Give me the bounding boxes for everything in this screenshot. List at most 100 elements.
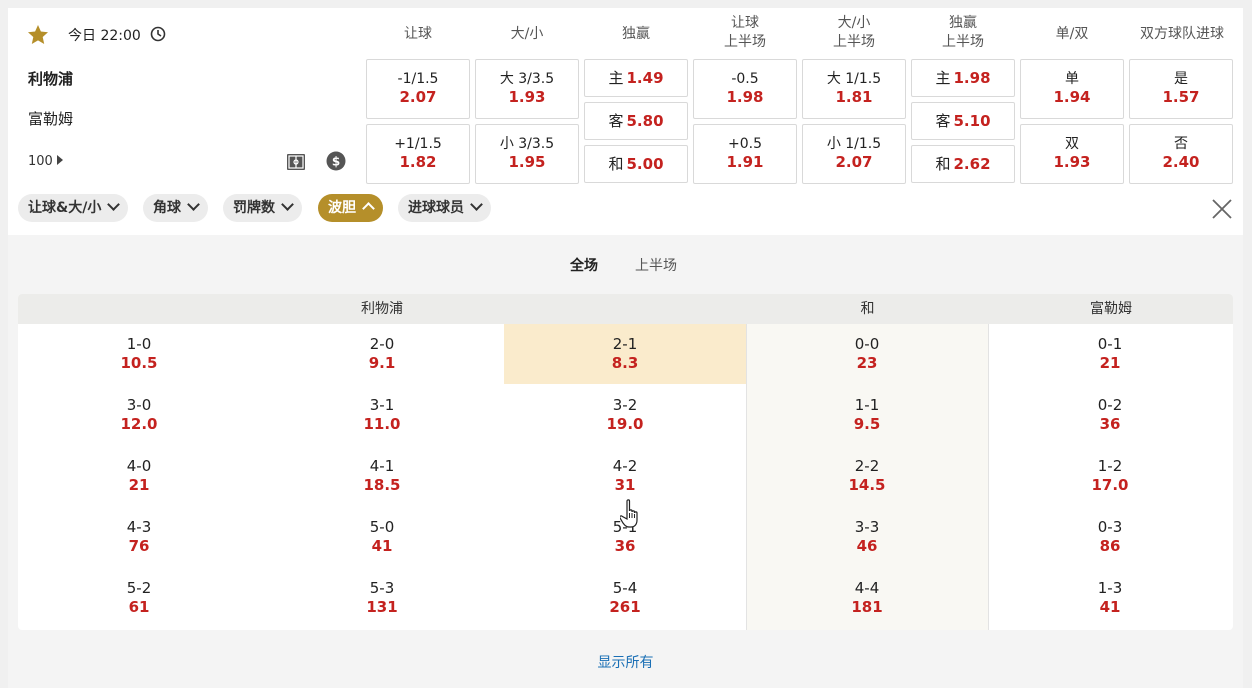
score-label: 4-2 [612, 457, 638, 475]
odds-button-odd[interactable]: 单 1.94 [1020, 59, 1124, 119]
odds-button-moneyline-home[interactable]: 主 1.49 [584, 59, 688, 97]
correct-score-table: 利物浦 和 富勒姆 1-0 10.5 2-0 9.1 2-1 8.3 0-0 23 0-1 21 3… [18, 294, 1233, 630]
col-header-oddeven: 单/双 [1055, 26, 1089, 42]
col-header-handicap-ht: 让球 上半场 [724, 15, 766, 50]
score-cell[interactable]: 3-1 11.0 [261, 385, 503, 445]
odds-button-under[interactable]: 小 3/3.5 1.95 [475, 124, 579, 184]
score-cell[interactable]: 3-0 12.0 [18, 385, 260, 445]
odds-button-handicap-home[interactable]: -1/1.5 2.07 [366, 59, 470, 119]
score-label: 1-3 [1097, 579, 1123, 597]
odds-button-moneyline-away[interactable]: 客 5.80 [584, 102, 688, 140]
odds-button-even[interactable]: 双 1.93 [1020, 124, 1124, 184]
score-odd: 11.0 [363, 415, 401, 433]
star-favorite-icon[interactable] [26, 23, 50, 47]
chevron-down-icon [281, 198, 294, 211]
score-cell[interactable]: 0-2 36 [989, 385, 1231, 445]
score-cell[interactable]: 4-1 18.5 [261, 446, 503, 506]
score-odd: 9.1 [368, 354, 396, 372]
chevron-up-icon [362, 202, 375, 215]
odds-button-btts-yes[interactable]: 是 1.57 [1129, 59, 1233, 119]
chevron-down-icon [187, 198, 200, 211]
score-cell[interactable]: 1-2 17.0 [989, 446, 1231, 506]
col-header-btts: 双方球队进球 [1140, 26, 1224, 42]
score-cell[interactable]: 0-0 23 [746, 324, 988, 384]
filter-chip-correct-score[interactable]: 波胆 [318, 194, 383, 222]
score-label: 3-1 [369, 396, 395, 414]
odds-button-over-ht[interactable]: 大 1/1.5 1.81 [802, 59, 906, 119]
score-label: 5-3 [369, 579, 395, 597]
home-team-name[interactable]: 利物浦 [28, 68, 73, 89]
chevron-down-icon [107, 198, 121, 211]
score-cell[interactable]: 5-2 61 [18, 568, 260, 628]
score-label: 4-1 [369, 457, 395, 475]
score-odd: 41 [1099, 598, 1121, 616]
close-icon[interactable] [1211, 198, 1233, 220]
score-label: 5-0 [369, 518, 395, 536]
away-team-name[interactable]: 富勒姆 [28, 108, 73, 129]
score-label: 0-3 [1097, 518, 1123, 536]
score-cell[interactable]: 0-1 21 [989, 324, 1231, 384]
score-cell[interactable]: 4-4 181 [746, 568, 988, 628]
score-cell[interactable]: 3-3 46 [746, 507, 988, 567]
odds-button-moneyline-ht-draw[interactable]: 和 2.62 [911, 145, 1015, 183]
score-cell[interactable]: 5-0 41 [261, 507, 503, 567]
score-label: 3-0 [126, 396, 152, 414]
score-cell[interactable]: 2-0 9.1 [261, 324, 503, 384]
score-cell[interactable]: 5-4 261 [504, 568, 746, 628]
score-label: 2-1 [612, 335, 638, 353]
score-cell[interactable]: 1-3 41 [989, 568, 1231, 628]
score-odd: 36 [1099, 415, 1121, 433]
score-odd: 18.5 [363, 476, 401, 494]
odds-button-handicap-ht-away[interactable]: +0.5 1.91 [693, 124, 797, 184]
col-header-moneyline-ht: 独赢 上半场 [942, 15, 984, 50]
score-cell[interactable]: 1-1 9.5 [746, 385, 988, 445]
score-label: 4-4 [854, 579, 880, 597]
filter-chip-handicap-ou[interactable]: 让球&大/小 [18, 194, 129, 222]
score-cell[interactable]: 3-2 19.0 [504, 385, 746, 445]
odds-button-moneyline-ht-away[interactable]: 客 5.10 [911, 102, 1015, 140]
header-draw: 和 [860, 301, 875, 317]
live-clock-icon [150, 26, 166, 42]
filter-chip-corners[interactable]: 角球 [143, 194, 208, 222]
odds-button-moneyline-draw[interactable]: 和 5.00 [584, 145, 688, 183]
score-odd: 261 [609, 598, 641, 616]
score-odd: 19.0 [606, 415, 644, 433]
score-odd: 23 [856, 354, 878, 372]
tab-first-half[interactable]: 上半场 [635, 255, 677, 275]
cash-out-icon[interactable]: $ [326, 151, 346, 171]
odds-button-handicap-ht-home[interactable]: -0.5 1.98 [693, 59, 797, 119]
score-label: 4-3 [126, 518, 152, 536]
pitch-stats-icon[interactable] [286, 152, 306, 172]
score-cell[interactable]: 1-0 10.5 [18, 324, 260, 384]
score-odd: 181 [851, 598, 883, 616]
odds-button-under-ht[interactable]: 小 1/1.5 2.07 [802, 124, 906, 184]
score-odd: 17.0 [1091, 476, 1129, 494]
match-time: 今日 22:00 [68, 28, 141, 44]
filter-chip-cards[interactable]: 罚牌数 [223, 194, 302, 222]
filter-chip-goalscorer[interactable]: 进球球员 [398, 194, 491, 222]
odds-button-over[interactable]: 大 3/3.5 1.93 [475, 59, 579, 119]
score-odd: 9.5 [853, 415, 881, 433]
col-header-overunder-ht: 大/小 上半场 [833, 15, 875, 50]
score-cell[interactable]: 2-1 8.3 [504, 324, 746, 384]
table-header: 利物浦 和 富勒姆 [18, 294, 1233, 324]
odds-button-moneyline-ht-home[interactable]: 主 1.98 [911, 59, 1015, 97]
score-label: 3-3 [854, 518, 880, 536]
show-all-link[interactable]: 显示所有 [8, 652, 1243, 672]
score-cell[interactable]: 0-3 86 [989, 507, 1231, 567]
score-odd: 21 [1099, 354, 1121, 372]
score-odd: 31 [614, 476, 636, 494]
col-header-overunder: 大/小 [510, 26, 544, 42]
score-cell[interactable]: 5-3 131 [261, 568, 503, 628]
score-odd: 61 [128, 598, 150, 616]
odds-button-btts-no[interactable]: 否 2.40 [1129, 124, 1233, 184]
score-odd: 86 [1099, 537, 1121, 555]
col-header-moneyline: 独赢 [622, 26, 650, 42]
more-markets-link[interactable]: 100 [28, 154, 63, 169]
odds-button-handicap-away[interactable]: +1/1.5 1.82 [366, 124, 470, 184]
score-cell[interactable]: 4-3 76 [18, 507, 260, 567]
tab-full-time[interactable]: 全场 [570, 255, 598, 275]
score-cell[interactable]: 2-2 14.5 [746, 446, 988, 506]
score-cell[interactable]: 4-0 21 [18, 446, 260, 506]
score-cell[interactable]: 4-2 31 [504, 446, 746, 506]
